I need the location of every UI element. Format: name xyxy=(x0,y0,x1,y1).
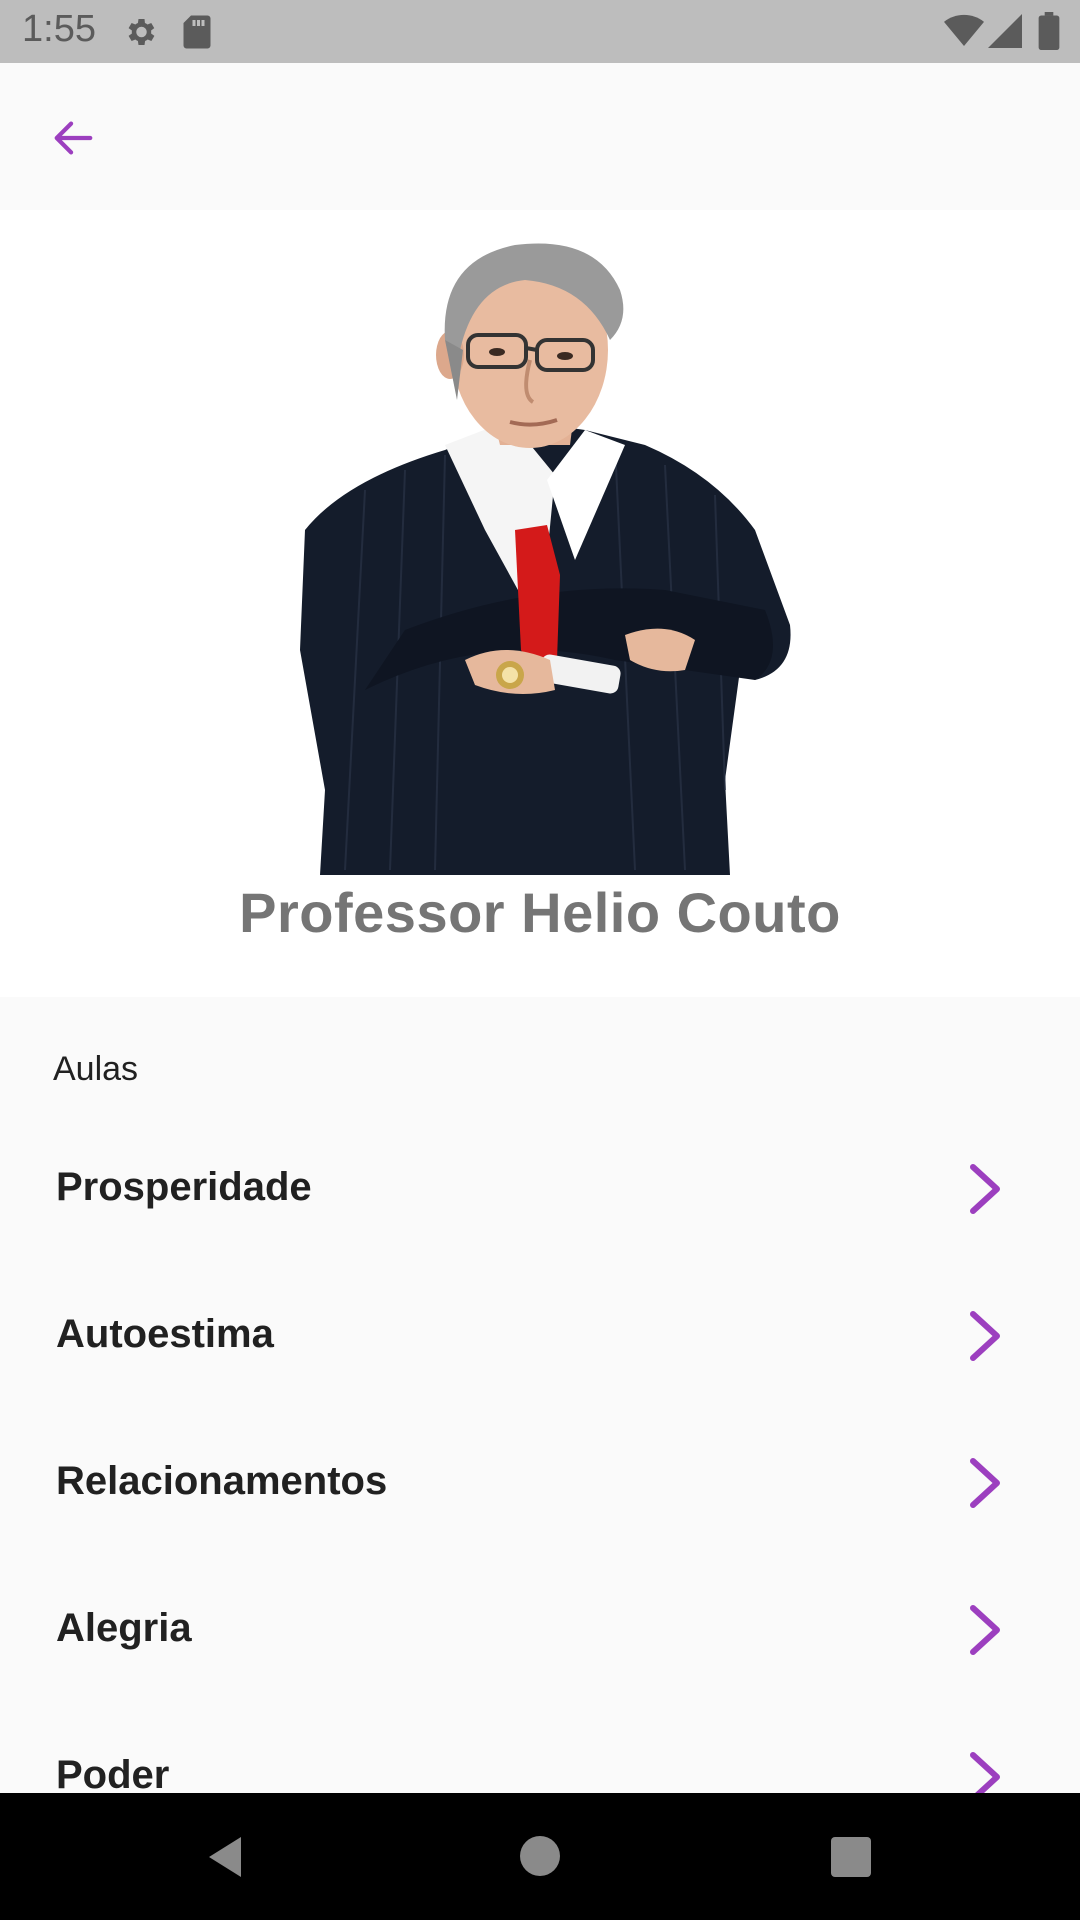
lesson-item-alegria[interactable]: Alegria xyxy=(0,1558,1080,1705)
arrow-left-icon xyxy=(54,121,93,155)
back-button[interactable] xyxy=(38,103,108,173)
status-bar: 1:55 xyxy=(0,0,1080,63)
lesson-label: Relacionamentos xyxy=(56,1459,388,1503)
lesson-item-autoestima[interactable]: Autoestima xyxy=(0,1264,1080,1411)
app-bar xyxy=(0,63,1080,210)
wifi-icon xyxy=(944,14,984,47)
profile-name: Professor Helio Couto xyxy=(239,881,841,944)
status-time: 1:55 xyxy=(22,8,96,50)
system-nav-bar xyxy=(0,1793,1080,1920)
chevron-right-icon xyxy=(970,1311,1000,1361)
lesson-item-relacionamentos[interactable]: Relacionamentos xyxy=(0,1411,1080,1558)
recents-square-icon[interactable] xyxy=(831,1837,871,1877)
lesson-label: Autoestima xyxy=(56,1312,274,1356)
home-circle-icon[interactable] xyxy=(520,1836,560,1876)
cell-signal-icon xyxy=(988,14,1022,48)
app-screen: 1:55 Professor Helio Couto Aulas Prosper… xyxy=(0,0,1080,1920)
back-triangle-icon[interactable] xyxy=(205,1835,245,1879)
section-label: Aulas xyxy=(53,1050,139,1088)
lesson-label: Prosperidade xyxy=(56,1165,312,1209)
portrait-photo xyxy=(300,243,791,875)
battery-icon xyxy=(1038,12,1060,50)
settings-gear-icon xyxy=(128,18,155,46)
chevron-right-icon xyxy=(970,1458,1000,1508)
sd-card-icon xyxy=(183,15,211,49)
chevron-right-icon xyxy=(970,1605,1000,1655)
profile-header: Professor Helio Couto xyxy=(0,210,1080,997)
lesson-label: Alegria xyxy=(56,1606,192,1650)
chevron-right-icon xyxy=(970,1164,1000,1214)
lesson-label: Poder xyxy=(56,1753,170,1797)
lesson-item-prosperidade[interactable]: Prosperidade xyxy=(0,1117,1080,1264)
